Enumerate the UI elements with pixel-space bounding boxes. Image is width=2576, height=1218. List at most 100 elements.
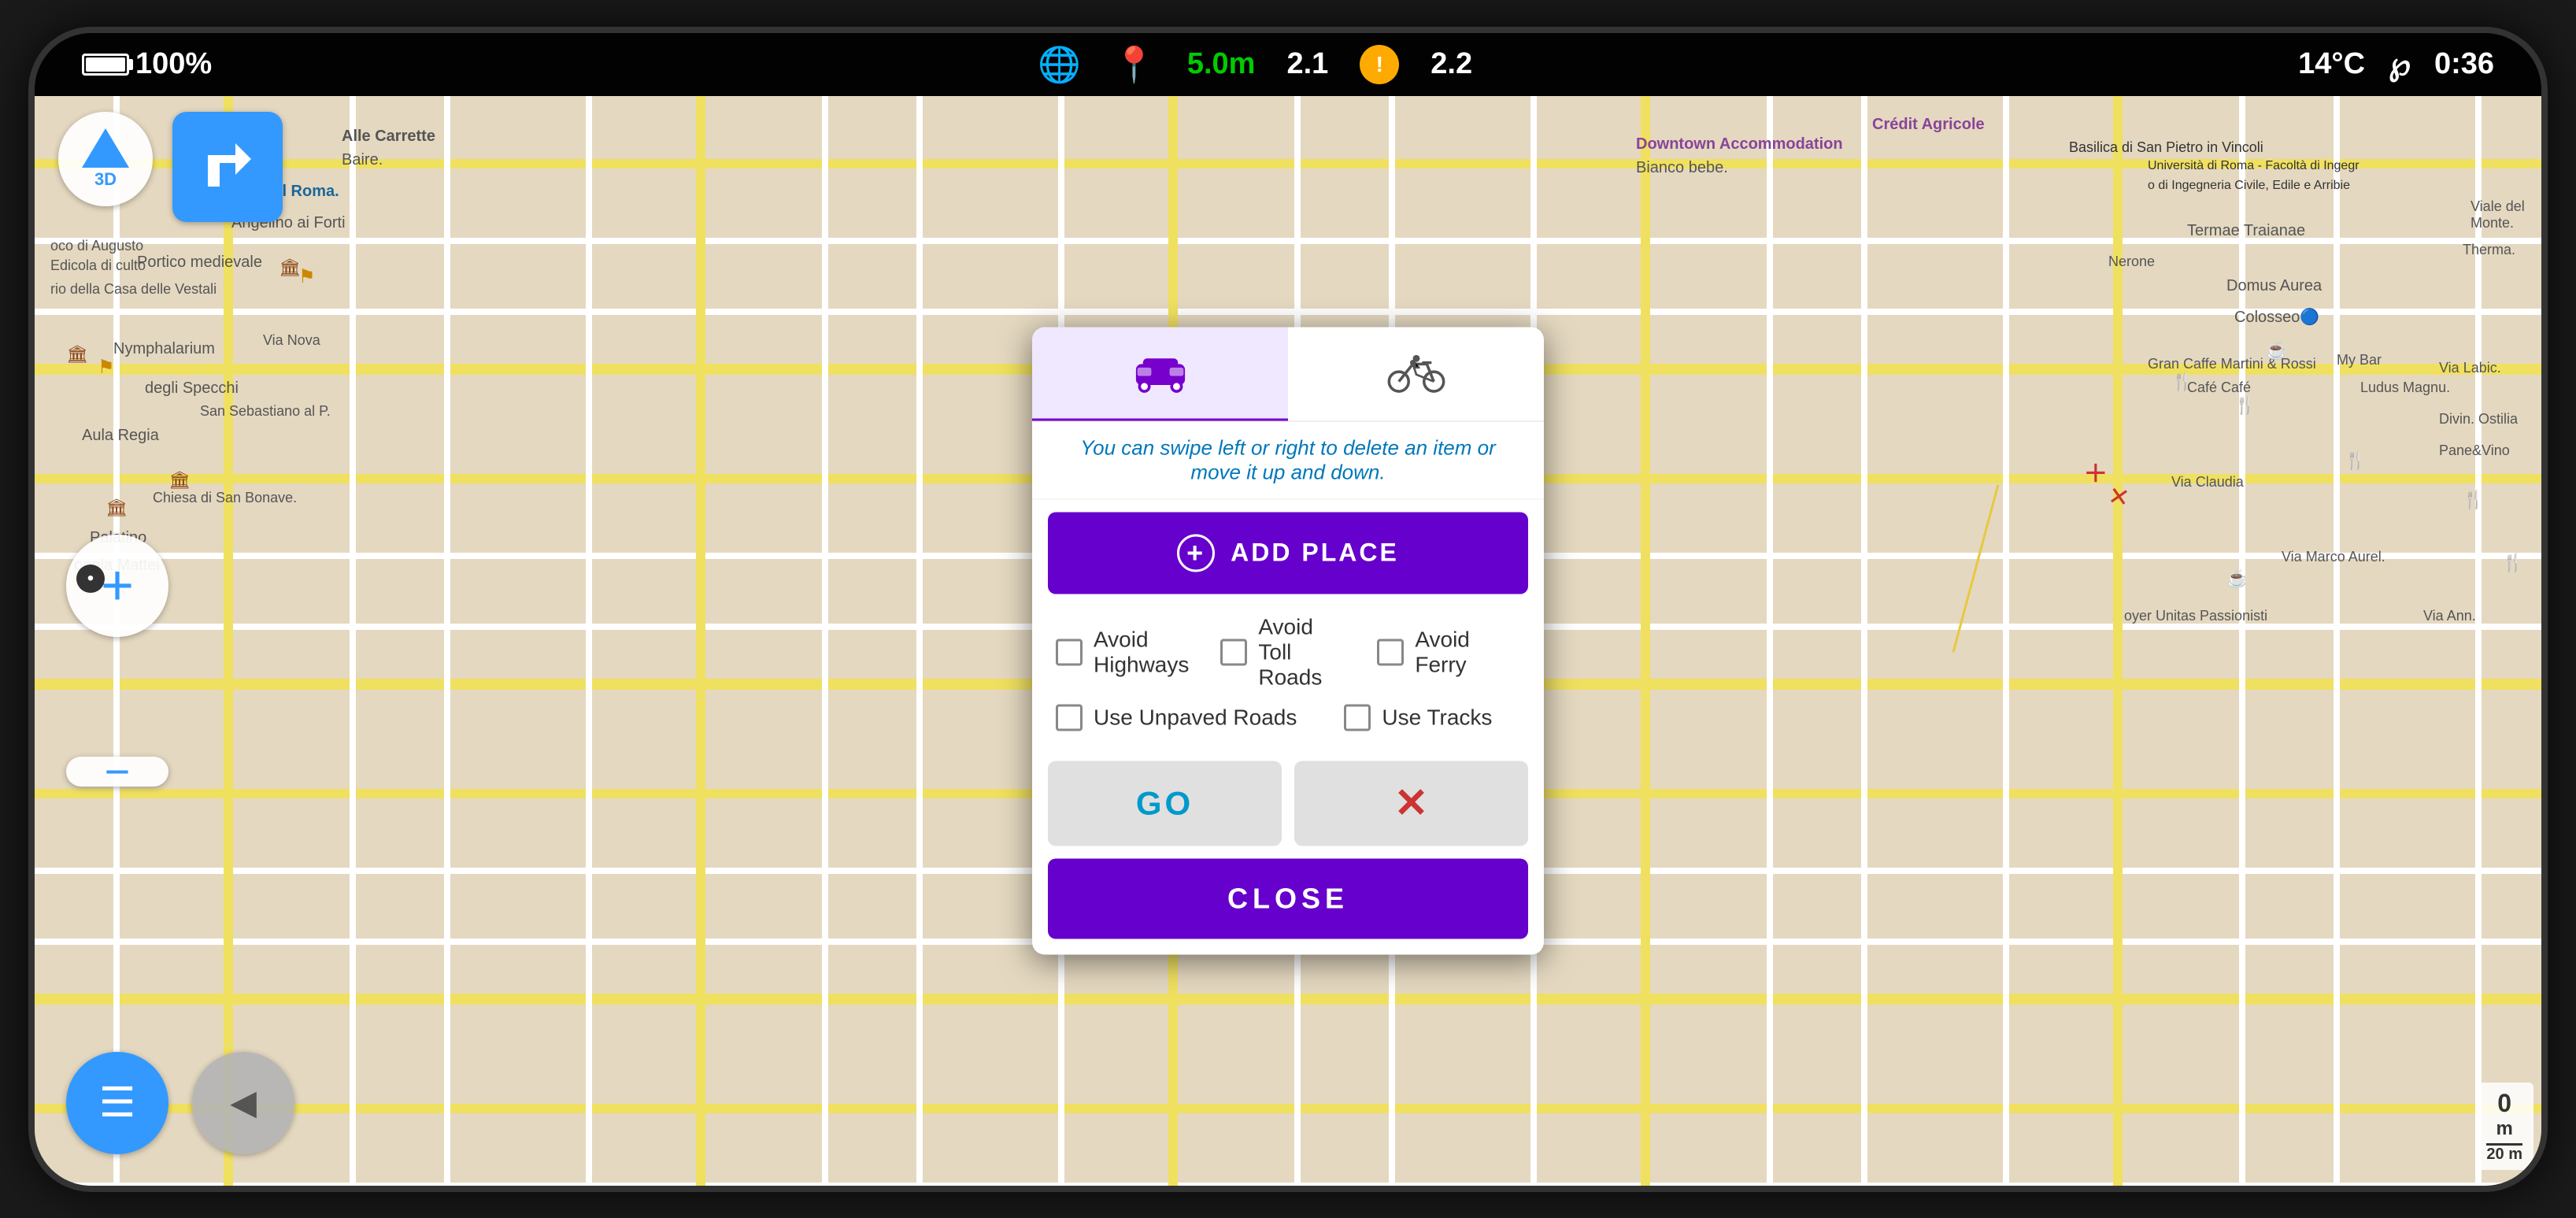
status-right: 14°C ℘ 0:36 [2298,46,2494,83]
battery-percent: 100% [135,47,212,81]
map-label-aula-regia: Aula Regia [82,427,159,445]
map-poi-icon: 🏛 [279,257,301,278]
clock: 0:36 [2434,47,2494,81]
map-label-therma: Therma. [2463,242,2515,258]
map-label-domus: Domus Aurea [2226,277,2322,295]
gps-icon: 📍 [1112,44,1156,85]
avoid-toll-roads-option[interactable]: Avoid TollRoads [1220,614,1345,690]
map-background[interactable]: Alle Carrette Baire. Hotel Roma. Angelin… [35,96,2541,1186]
back-button[interactable]: ◀ [192,1052,294,1154]
map-poi-icon: 🏛 [66,344,88,365]
map-label-downtown: Downtown Accommodation [1636,135,1843,154]
close-button[interactable]: CLOSE [1048,858,1528,938]
status-left: 100% [82,47,212,81]
device-frame: 100% 🌐 📍 5.0m 2.1 ! 2.2 14°C ℘ 0:36 Alle… [28,27,2548,1192]
map-poi-restaurant: 🍴 [2171,372,2193,392]
map-label-pane: Pane&Vino [2439,442,2510,459]
map-label-via-claudia: Via Claudia [2171,474,2244,491]
avoid-ferry-option[interactable]: Avoid Ferry [1377,627,1520,677]
menu-button[interactable]: ☰ [66,1052,168,1154]
status-bar: 100% 🌐 📍 5.0m 2.1 ! 2.2 14°C ℘ 0:36 [35,33,2541,96]
cancel-button[interactable]: ✕ [1294,761,1528,846]
map-right-area: Downtown Accommodation Bianco bebe. Créd… [1636,96,2541,1186]
map-label: rio della Casa delle Vestali [50,281,217,298]
map-poi-icon: 🏛 [105,498,128,518]
add-place-button[interactable]: + ADD PLACE [1048,512,1528,594]
map-label-gran-caffe: Gran Caffe Martini & Rossi [2148,356,2316,372]
road-via-claudia [1952,484,2000,652]
map-label-universita: Università di Roma - Facoltà di Ingegr [2148,159,2359,173]
zoom-plus-icon: + [101,557,134,614]
bike-icon [1385,349,1448,396]
map-label-via-ann: Via Ann. [2423,608,2476,624]
map-label-nymphalarium: Nymphalarium [113,340,215,358]
map-label-cafe: Café Café [2187,379,2251,396]
car-icon [1129,349,1192,396]
map-label-viale: Viale del Monte. [2471,198,2541,231]
scale-bar: 0 m 20 m [2475,1083,2533,1170]
avoid-highways-option[interactable]: AvoidHighways [1056,627,1189,677]
gps-accuracy: 5.0m [1187,47,1256,81]
map-label-oyer: oyer Unitas Passionisti [2124,608,2267,624]
options-row-1: AvoidHighways Avoid TollRoads Avoid Ferr… [1056,614,1520,690]
map-scale-label: 20 m [2486,1143,2522,1164]
close-label: CLOSE [1227,882,1349,914]
bluetooth-icon: ℘ [2389,46,2411,83]
map-label: Portico medievale [137,254,262,272]
3d-label: 3D [82,169,129,190]
globe-icon: 🌐 [1038,44,1081,85]
go-button[interactable]: GO [1048,761,1282,846]
map-poi-icon: ⚑ [98,356,115,379]
avoid-highways-checkbox[interactable] [1056,639,1083,665]
nav-arrow-button[interactable] [172,112,283,222]
avoid-toll-roads-checkbox[interactable] [1220,639,1247,665]
scale-unit: m [2486,1118,2522,1140]
use-unpaved-roads-checkbox[interactable] [1056,704,1083,731]
current-speed: 2.1 [1286,47,1328,81]
use-tracks-label: Use Tracks [1382,705,1492,730]
turn-right-arrow-icon [192,131,263,202]
map-label: Baire. [342,151,383,169]
use-unpaved-roads-option[interactable]: Use Unpaved Roads [1056,704,1297,731]
cancel-icon: ✕ [1394,783,1429,824]
avoid-ferry-checkbox[interactable] [1377,639,1404,665]
plus-circle-icon: + [1177,534,1215,572]
map-label-ingegneria: o di Ingegneria Civile, Edile e Arribie [2148,179,2350,193]
options-row-2: Use Unpaved Roads Use Tracks [1056,704,1520,731]
map-label-divin: Divin. Ostilia [2439,411,2518,428]
speed-limit: 2.2 [1430,47,1472,81]
use-tracks-checkbox[interactable] [1344,704,1371,731]
route-options: AvoidHighways Avoid TollRoads Avoid Ferr… [1032,606,1544,761]
map-label: San Sebastiano al P. [200,403,331,420]
map-label-my-bar: My Bar [2337,352,2382,368]
zoom-minus-button[interactable]: − [66,757,168,787]
map-poi-restaurant: 🍴 [2345,450,2366,471]
hint-text: You can swipe left or right to delete an… [1032,421,1544,499]
map-poi-icon: 🏛 [168,470,191,491]
battery-fill [86,57,125,72]
map-label: Edicola di culto [50,257,146,274]
action-buttons: GO ✕ [1048,761,1528,846]
route-cross-icon: ✕ [2077,455,2113,491]
map-label-via-nova: Via Nova [263,332,320,349]
use-tracks-option[interactable]: Use Tracks [1344,704,1492,731]
map-poi-coffee: ☕ [2226,568,2248,589]
map-label-ludus: Ludus Magnu. [2360,379,2450,396]
tab-bike[interactable] [1288,327,1544,420]
map-label-credit: Crédit Agricole [1872,116,1985,134]
back-icon: ◀ [230,1083,257,1123]
map-label-via-labica: Via Labic. [2439,360,2501,376]
zoom-minus-icon: − [105,750,131,794]
map-label-nerone: Nerone [2108,254,2155,270]
tab-car[interactable] [1032,327,1288,420]
nav-3d-button[interactable]: 3D [58,112,153,206]
status-center: 🌐 📍 5.0m 2.1 ! 2.2 [1038,44,1472,85]
avoid-highways-label: AvoidHighways [1094,627,1189,677]
map-poi-icon: ⚑ [298,265,316,288]
menu-icon: ☰ [99,1079,136,1127]
avoid-toll-roads-label: Avoid TollRoads [1258,614,1345,690]
speed-warning-icon: ! [1360,45,1399,84]
add-place-label: ADD PLACE [1231,539,1399,568]
map-poi-restaurant: 🍴 [2463,490,2484,510]
dot-indicator: • [76,565,105,593]
